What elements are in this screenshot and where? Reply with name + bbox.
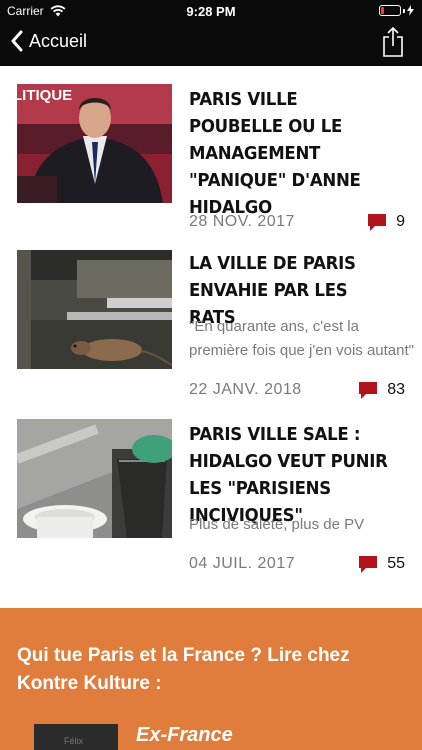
article-thumbnail[interactable] <box>17 419 172 538</box>
book-cover-text: Félix <box>64 736 84 746</box>
charging-bolt-icon <box>407 5 414 16</box>
comment-count[interactable]: 55 <box>359 555 405 573</box>
comment-count-value: 83 <box>387 381 405 398</box>
comment-icon <box>368 213 387 231</box>
article-item[interactable]: PARIS VILLE SALE : HIDALGO VEUT PUNIR LE… <box>0 401 422 573</box>
status-bar: Carrier 9:28 PM <box>0 0 422 22</box>
svg-text:LITIQUE: LITIQUE <box>17 87 72 104</box>
comment-count[interactable]: 83 <box>359 381 405 399</box>
comment-icon <box>359 555 378 573</box>
back-button[interactable]: Accueil <box>10 30 87 52</box>
share-icon <box>383 26 403 57</box>
book-title[interactable]: Ex-France <box>136 724 233 747</box>
article-title[interactable]: PARIS VILLE POUBELLE OU LE MANAGEMENT "P… <box>189 86 391 221</box>
comment-count[interactable]: 9 <box>368 213 405 231</box>
promo-title: Qui tue Paris et la France ? Lire chez K… <box>17 645 350 694</box>
battery-icon <box>379 5 414 16</box>
article-excerpt: Plus de saleté, plus de PV <box>189 516 365 533</box>
chevron-left-icon <box>11 30 23 52</box>
comment-count-value: 55 <box>387 555 405 572</box>
article-thumbnail[interactable]: LITIQUE <box>17 84 172 203</box>
article-date: 22 JANV. 2018 <box>189 381 302 398</box>
article-date: 04 JUIL. 2017 <box>189 555 296 572</box>
article-item[interactable]: LITIQUE PARIS VILLE POUBELLE OU LE MANAG… <box>0 66 422 234</box>
back-button-label: Accueil <box>29 30 88 51</box>
article-thumbnail[interactable] <box>17 250 172 369</box>
share-button[interactable] <box>382 26 404 63</box>
comment-icon <box>359 381 378 399</box>
navigation-bar: Accueil <box>0 22 422 66</box>
article-excerpt: "En quarante ans, c'est la première fois… <box>189 318 414 359</box>
top-bar: Carrier 9:28 PM Accueil <box>0 0 422 66</box>
book-cover[interactable]: Félix <box>34 724 118 750</box>
article-date: 28 NOV. 2017 <box>189 213 295 230</box>
promo-banner[interactable]: Qui tue Paris et la France ? Lire chez K… <box>0 608 422 750</box>
comment-count-value: 9 <box>396 213 405 230</box>
article-item[interactable]: LA VILLE DE PARIS ENVAHIE PAR LES RATS "… <box>0 233 422 401</box>
status-time: 9:28 PM <box>186 4 236 19</box>
